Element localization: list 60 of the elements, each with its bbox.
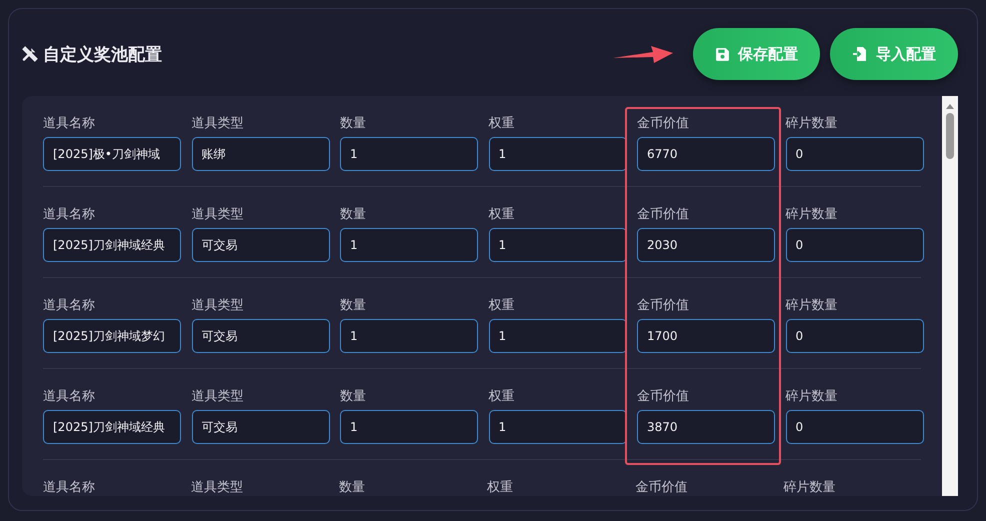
field-label: 碎片数量 xyxy=(786,298,838,314)
text-field[interactable]: 1 xyxy=(488,319,626,353)
text-field[interactable]: 0 xyxy=(786,410,924,444)
field-label: 道具名称 xyxy=(43,389,96,405)
field-label: 道具名称 xyxy=(43,298,96,314)
field-label: 数量 xyxy=(340,207,367,223)
text-field[interactable]: 0 xyxy=(786,228,924,262)
text-field[interactable]: 1 xyxy=(340,410,478,444)
field-label: 数量 xyxy=(340,389,367,405)
text-field[interactable]: [2025]刀剑神域经典 xyxy=(43,228,181,262)
text-field[interactable]: 1 xyxy=(488,137,626,171)
text-field[interactable]: 1700 xyxy=(637,319,775,353)
field-label: 权重 xyxy=(487,480,514,496)
field-label: 金币价值 xyxy=(637,116,690,132)
scrollbar-thumb[interactable] xyxy=(946,113,954,159)
field-label: 数量 xyxy=(340,116,367,132)
scroll-up-icon[interactable] xyxy=(946,104,954,109)
field-label: 道具名称 xyxy=(43,116,96,132)
text-field[interactable]: 1 xyxy=(340,319,478,353)
field-label: 道具名称 xyxy=(43,207,96,223)
text-field[interactable]: 可交易 xyxy=(192,319,330,353)
text-field[interactable]: [2025]极•刀剑神域 xyxy=(43,137,181,171)
text-field[interactable]: 1 xyxy=(340,228,478,262)
field-label: 道具名称 xyxy=(43,480,96,496)
text-field[interactable]: [2025]刀剑神域梦幻 xyxy=(43,319,181,353)
text-field[interactable]: 可交易 xyxy=(192,410,330,444)
file-import-icon xyxy=(852,46,868,62)
field-label: 金币价值 xyxy=(637,207,690,223)
panel-title: 自定义奖池配置 xyxy=(43,44,162,66)
field-label: 金币价值 xyxy=(637,298,690,314)
field-label: 碎片数量 xyxy=(786,116,838,132)
text-field[interactable]: 6770 xyxy=(637,137,775,171)
field-label: 金币价值 xyxy=(637,389,690,405)
field-label: 道具类型 xyxy=(192,389,244,405)
text-field[interactable]: 2030 xyxy=(637,228,775,262)
field-label: 道具类型 xyxy=(191,480,244,496)
scrollbar[interactable] xyxy=(942,96,958,496)
field-label: 权重 xyxy=(488,116,516,132)
field-label: 碎片数量 xyxy=(783,480,836,496)
field-label: 数量 xyxy=(339,480,366,496)
text-field[interactable]: 3870 xyxy=(637,410,775,444)
text-field[interactable]: 可交易 xyxy=(192,228,330,262)
text-field[interactable]: 1 xyxy=(340,137,478,171)
field-label: 道具类型 xyxy=(192,298,244,314)
tools-icon xyxy=(22,46,38,62)
text-field[interactable]: 1 xyxy=(488,228,626,262)
text-field[interactable]: 账绑 xyxy=(192,137,330,171)
field-label: 权重 xyxy=(488,207,516,223)
field-label: 权重 xyxy=(488,389,516,405)
field-label: 金币价值 xyxy=(635,480,688,496)
field-label: 数量 xyxy=(340,298,367,314)
text-field[interactable]: 0 xyxy=(786,319,924,353)
field-label: 道具类型 xyxy=(192,116,244,132)
text-field[interactable]: 0 xyxy=(786,137,924,171)
text-field[interactable]: [2025]刀剑神域经典 xyxy=(43,410,181,444)
field-label: 碎片数量 xyxy=(786,389,838,405)
field-label: 权重 xyxy=(488,298,516,314)
text-field[interactable]: 1 xyxy=(488,410,626,444)
field-label: 碎片数量 xyxy=(786,207,838,223)
field-label: 道具类型 xyxy=(192,207,244,223)
